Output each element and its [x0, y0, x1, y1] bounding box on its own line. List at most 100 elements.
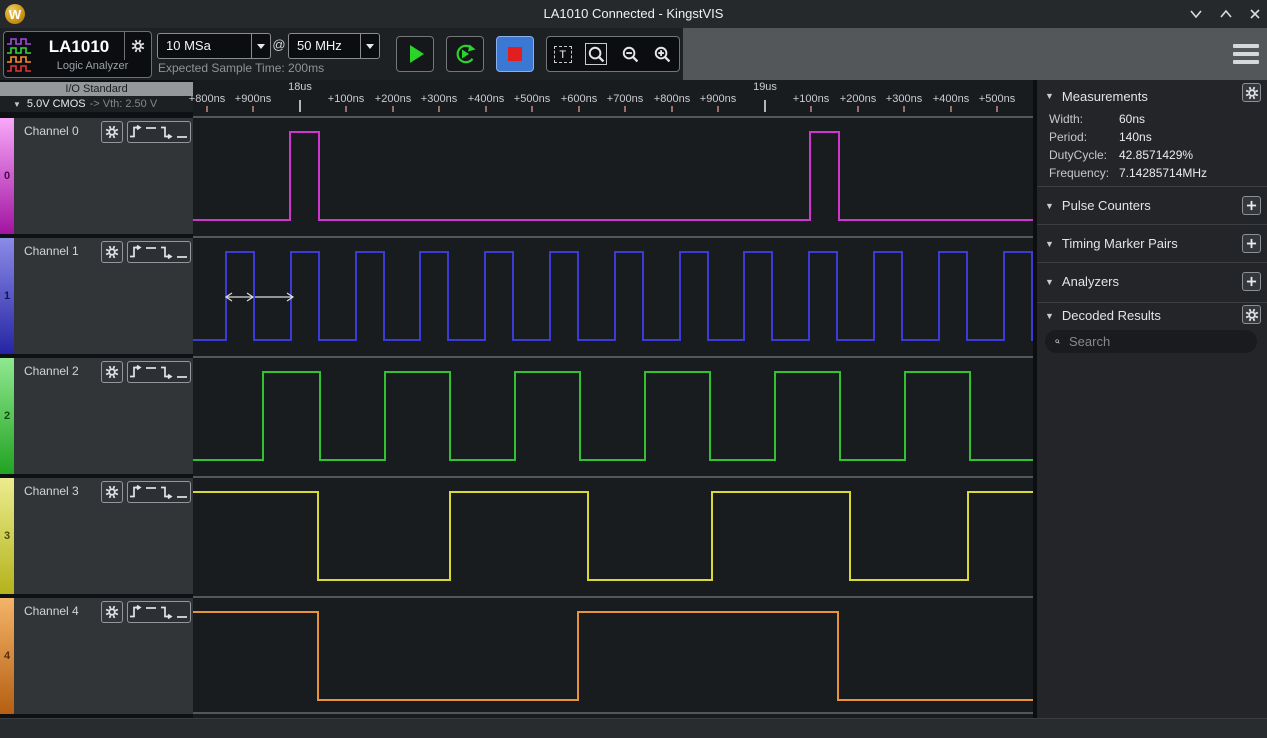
device-settings-button[interactable]	[124, 32, 151, 60]
decoded-results-section-header[interactable]: ▼ Decoded Results	[1037, 302, 1267, 328]
section-add-button[interactable]	[1242, 272, 1261, 291]
channel-color-strip: 4	[0, 598, 14, 714]
channel-color-strip: 1	[0, 238, 14, 354]
expected-sample-time: Expected Sample Time: 200ms	[158, 61, 324, 75]
ruler-tick-mark	[810, 106, 812, 112]
channel-row[interactable]: 4Channel 4	[0, 598, 193, 714]
loop-capture-button[interactable]	[446, 36, 484, 72]
high-level-trigger-button[interactable]	[144, 364, 158, 380]
text-tool-icon: T	[559, 49, 566, 61]
channel-settings-button[interactable]	[101, 481, 123, 503]
waveform-channel-0[interactable]	[193, 118, 1033, 238]
waveform-channel-2[interactable]	[193, 358, 1033, 478]
ruler-tick-mark	[950, 106, 952, 112]
window-maximize-button[interactable]	[1218, 6, 1234, 22]
channel-row[interactable]: 3Channel 3	[0, 478, 193, 594]
collapse-triangle-icon: ▼	[1045, 239, 1054, 249]
measurements-settings-button[interactable]	[1242, 83, 1261, 102]
channel-row[interactable]: 2Channel 2	[0, 358, 193, 474]
plus-icon	[1246, 238, 1257, 249]
ruler-tick-label: +100ns	[793, 93, 829, 105]
falling-edge-trigger-button[interactable]	[160, 124, 174, 140]
low-level-trigger-icon	[175, 124, 189, 140]
ruler-tick-label: +500ns	[979, 93, 1015, 105]
app-logo-icon: W	[5, 4, 25, 24]
falling-edge-trigger-button[interactable]	[160, 484, 174, 500]
section-add-button[interactable]	[1242, 234, 1261, 253]
zoom-selection-button[interactable]	[585, 43, 607, 65]
rising-edge-trigger-button[interactable]	[129, 484, 143, 500]
stop-capture-button[interactable]	[496, 36, 534, 72]
falling-edge-trigger-icon	[160, 604, 174, 620]
falling-edge-trigger-icon	[160, 244, 174, 260]
ruler-tick-mark	[299, 100, 301, 112]
channel-settings-button[interactable]	[101, 361, 123, 383]
rising-edge-trigger-button[interactable]	[129, 244, 143, 260]
channel-color-strip: 3	[0, 478, 14, 594]
voltage-standard-select[interactable]: ▼ 5.0V CMOS -> Vth: 2.50 V	[0, 96, 193, 112]
window-close-button[interactable]	[1247, 6, 1263, 22]
low-level-trigger-button[interactable]	[175, 484, 189, 500]
main-menu-button[interactable]	[1233, 44, 1259, 64]
gear-icon	[1245, 308, 1259, 322]
ruler-tick-label: +400ns	[933, 93, 969, 105]
ruler-tick-label: +800ns	[189, 93, 225, 105]
rising-edge-trigger-button[interactable]	[129, 604, 143, 620]
waveform-channel-4[interactable]	[193, 598, 1033, 718]
high-level-trigger-button[interactable]	[144, 244, 158, 260]
low-level-trigger-button[interactable]	[175, 604, 189, 620]
channel-row[interactable]: 0Channel 0	[0, 118, 193, 234]
ruler-tick-label: 19us	[753, 81, 777, 93]
rising-edge-trigger-button[interactable]	[129, 364, 143, 380]
sidebar-section-pulse-counters[interactable]: ▼Pulse Counters	[1037, 186, 1267, 224]
start-capture-button[interactable]	[396, 36, 434, 72]
high-level-trigger-button[interactable]	[144, 484, 158, 500]
waveform-channel-1[interactable]	[193, 238, 1033, 358]
measurements-list: Width:60nsPeriod:140nsDutyCycle:42.85714…	[1037, 110, 1267, 182]
section-add-button[interactable]	[1242, 196, 1261, 215]
view-tools-group: T	[546, 36, 680, 72]
sidebar-section-timing-marker-pairs[interactable]: ▼Timing Marker Pairs	[1037, 224, 1267, 262]
low-level-trigger-icon	[175, 244, 189, 260]
rising-edge-trigger-icon	[129, 604, 143, 620]
ruler-tick-mark	[578, 106, 580, 112]
low-level-trigger-button[interactable]	[175, 364, 189, 380]
window-minimize-button[interactable]	[1188, 6, 1204, 22]
search-input[interactable]	[1067, 333, 1247, 350]
waveform-channel-3[interactable]	[193, 478, 1033, 598]
titlebar: LA1010 Connected - KingstVIS W	[0, 0, 1267, 28]
high-level-trigger-icon	[144, 124, 158, 140]
falling-edge-trigger-button[interactable]	[160, 604, 174, 620]
decoded-results-search[interactable]	[1045, 330, 1257, 353]
ruler-tick-mark	[252, 106, 254, 112]
section-title: Pulse Counters	[1062, 198, 1151, 213]
sample-rate-select[interactable]: 50 MHz	[288, 33, 380, 59]
gear-icon	[1245, 86, 1259, 100]
sample-count-select[interactable]: 10 MSa	[157, 33, 271, 59]
channel-label: Channel 1	[24, 244, 79, 258]
close-icon	[1249, 8, 1261, 20]
voltage-standard-value: 5.0V CMOS	[27, 98, 86, 110]
rising-edge-trigger-button[interactable]	[129, 124, 143, 140]
channel-color-strip: 2	[0, 358, 14, 474]
sidebar-section-analyzers[interactable]: ▼Analyzers	[1037, 262, 1267, 300]
falling-edge-trigger-button[interactable]	[160, 364, 174, 380]
high-level-trigger-button[interactable]	[144, 124, 158, 140]
low-level-trigger-button[interactable]	[175, 244, 189, 260]
zoom-in-button[interactable]	[653, 45, 672, 64]
decoded-results-settings-button[interactable]	[1242, 305, 1261, 324]
low-level-trigger-button[interactable]	[175, 124, 189, 140]
high-level-trigger-button[interactable]	[144, 604, 158, 620]
zoom-out-button[interactable]	[621, 45, 640, 64]
channel-settings-button[interactable]	[101, 241, 123, 263]
falling-edge-trigger-button[interactable]	[160, 244, 174, 260]
device-panel[interactable]: LA1010 Logic Analyzer	[3, 31, 152, 78]
ruler-tick-label: +400ns	[468, 93, 504, 105]
time-ruler[interactable]: +800ns+900ns18us+100ns+200ns+300ns+400ns…	[193, 80, 1033, 112]
channel-row[interactable]: 1 Channel 1	[0, 238, 193, 354]
channel-settings-button[interactable]	[101, 601, 123, 623]
ruler-tick-label: +900ns	[700, 93, 736, 105]
text-annotation-button[interactable]: T	[554, 46, 572, 63]
channel-settings-button[interactable]	[101, 121, 123, 143]
measurements-section-header[interactable]: ▼ Measurements	[1037, 84, 1267, 108]
